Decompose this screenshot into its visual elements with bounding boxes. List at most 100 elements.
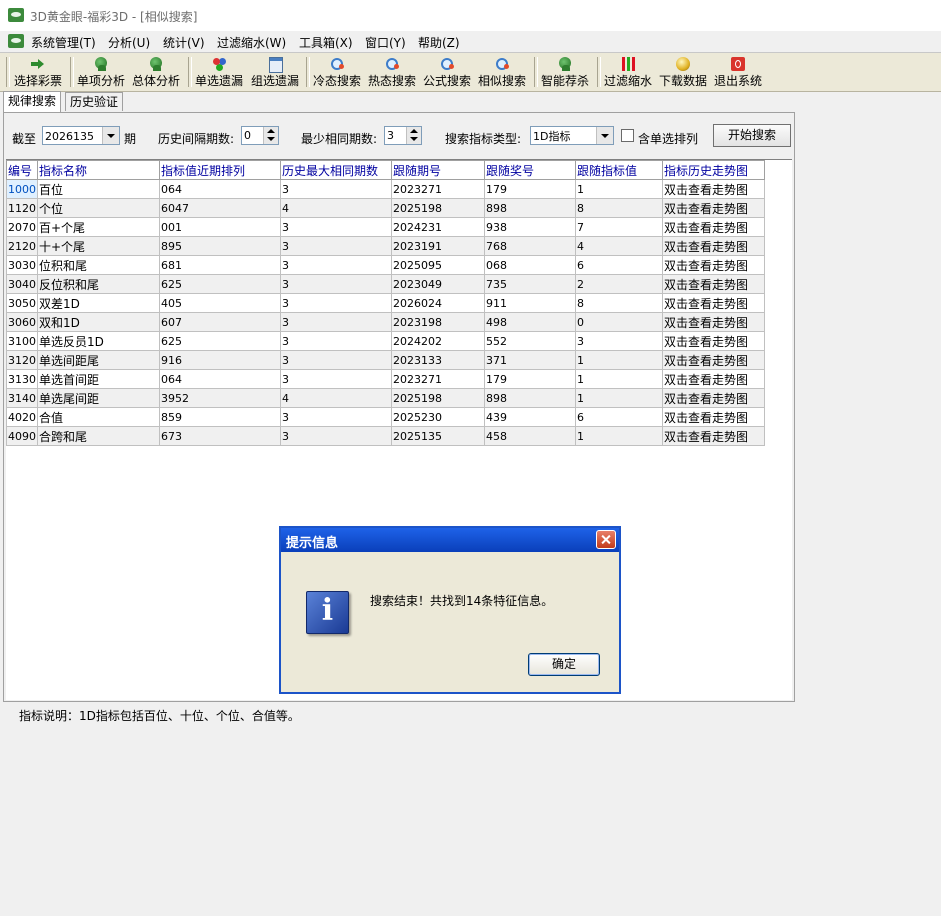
cell-follow-number: 735 — [484, 274, 576, 294]
ok-button[interactable]: 确定 — [528, 653, 600, 676]
cell-id: 3040 — [6, 274, 38, 294]
cell-trend-chart[interactable]: 双击查看走势图 — [662, 236, 765, 256]
single-missing-button[interactable]: 单选遗漏 — [195, 55, 243, 89]
menu-system[interactable]: 系统管理(T) — [31, 34, 96, 51]
cell-recent-values: 3952 — [159, 388, 281, 408]
cell-trend-chart[interactable]: 双击查看走势图 — [662, 274, 765, 294]
toolbar-separator — [70, 57, 74, 87]
cell-trend-chart[interactable]: 双击查看走势图 — [662, 426, 765, 446]
cell-follow-period: 2023198 — [391, 312, 485, 332]
table-row[interactable]: 3130 单选首间距 064 3 2023271 179 1 双击查看走势图 — [6, 369, 765, 389]
cell-trend-chart[interactable]: 双击查看走势图 — [662, 293, 765, 313]
tab-history-verify[interactable]: 历史验证 — [65, 92, 124, 111]
cell-trend-chart[interactable]: 双击查看走势图 — [662, 179, 765, 199]
close-icon[interactable] — [596, 530, 616, 549]
cell-name: 十+个尾 — [37, 236, 160, 256]
cell-name: 百+个尾 — [37, 217, 160, 237]
table-row[interactable]: 3140 单选尾间距 3952 4 2025198 898 1 双击查看走势图 — [6, 388, 765, 408]
cell-follow-number: 898 — [484, 388, 576, 408]
download-data-button[interactable]: 下载数据 — [659, 55, 707, 89]
cold-search-button[interactable]: 冷态搜索 — [313, 55, 361, 89]
column-header-id[interactable]: 编号 — [6, 160, 38, 180]
interval-stepper[interactable]: 0 — [241, 126, 279, 145]
stepper-arrows-icon[interactable] — [263, 127, 278, 144]
tab-pattern-search[interactable]: 规律搜索 — [3, 91, 62, 112]
cell-max-same: 3 — [280, 293, 392, 313]
exit-system-button[interactable]: 退出系统 — [714, 55, 762, 89]
table-row[interactable]: 3100 单选反员1D 625 3 2024202 552 3 双击查看走势图 — [6, 331, 765, 351]
table-row[interactable]: 1120 个位 6047 4 2025198 898 8 双击查看走势图 — [6, 198, 765, 218]
table-row[interactable]: 1000 百位 064 3 2023271 179 1 双击查看走势图 — [6, 179, 765, 199]
include-single-label: 含单选排列 — [638, 132, 699, 146]
table-row[interactable]: 2070 百+个尾 001 3 2024231 938 7 双击查看走势图 — [6, 217, 765, 237]
power-icon — [730, 56, 746, 71]
cell-trend-chart[interactable]: 双击查看走势图 — [662, 255, 765, 275]
indicator-type-select[interactable]: 1D指标 — [530, 126, 614, 145]
cell-name: 单选反员1D — [37, 331, 160, 351]
cell-follow-period: 2023049 — [391, 274, 485, 294]
table-row[interactable]: 3120 单选间距尾 916 3 2023133 371 1 双击查看走势图 — [6, 350, 765, 370]
menu-analysis[interactable]: 分析(U) — [108, 34, 150, 51]
cell-follow-value: 2 — [575, 274, 663, 294]
menu-statistics[interactable]: 统计(V) — [163, 34, 205, 51]
formula-search-button[interactable]: 公式搜索 — [423, 55, 471, 89]
cell-trend-chart[interactable]: 双击查看走势图 — [662, 388, 765, 408]
filter-shrink-button[interactable]: 过滤缩水 — [604, 55, 652, 89]
single-missing-label: 单选遗漏 — [195, 74, 244, 88]
menu-tools[interactable]: 工具箱(X) — [299, 34, 353, 51]
column-header-follow-period[interactable]: 跟随期号 — [391, 160, 485, 180]
table-row[interactable]: 3050 双差1D 405 3 2026024 911 8 双击查看走势图 — [6, 293, 765, 313]
similar-search-button[interactable]: 相似搜索 — [478, 55, 526, 89]
select-lottery-button[interactable]: 选择彩票 — [14, 55, 62, 89]
cell-trend-chart[interactable]: 双击查看走势图 — [662, 369, 765, 389]
column-header-trend-chart[interactable]: 指标历史走势图 — [662, 160, 765, 180]
single-analysis-button[interactable]: 单项分析 — [77, 55, 125, 89]
column-header-name[interactable]: 指标名称 — [37, 160, 160, 180]
toolbar-separator — [597, 57, 601, 87]
cell-trend-chart[interactable]: 双击查看走势图 — [662, 350, 765, 370]
smart-recommend-button[interactable]: 智能荐杀 — [541, 55, 589, 89]
table-row[interactable]: 2120 十+个尾 895 3 2023191 768 4 双击查看走势图 — [6, 236, 765, 256]
cell-follow-value: 1 — [575, 388, 663, 408]
hot-search-button[interactable]: 热态搜索 — [368, 55, 416, 89]
cell-max-same: 4 — [280, 198, 392, 218]
group-missing-button[interactable]: 组选遗漏 — [251, 55, 299, 89]
cell-follow-period: 2025230 — [391, 407, 485, 427]
single-analysis-label: 单项分析 — [77, 74, 126, 88]
search-icon — [494, 56, 510, 71]
menu-filter[interactable]: 过滤缩水(W) — [217, 34, 286, 51]
table-row[interactable]: 3060 双和1D 607 3 2023198 498 0 双击查看走势图 — [6, 312, 765, 332]
column-header-max-same[interactable]: 历史最大相同期数 — [280, 160, 392, 180]
menu-help[interactable]: 帮助(Z) — [418, 34, 460, 51]
cell-trend-chart[interactable]: 双击查看走势图 — [662, 198, 765, 218]
download-data-label: 下载数据 — [659, 74, 708, 88]
chevron-down-icon[interactable] — [596, 127, 613, 144]
cell-max-same: 3 — [280, 236, 392, 256]
cutoff-period-select[interactable]: 2026135 — [42, 126, 120, 145]
table-body: 1000 百位 064 3 2023271 179 1 双击查看走势图 1120 个位 6047 4… — [6, 179, 765, 446]
stepper-arrows-icon[interactable] — [406, 127, 421, 144]
column-header-recent-values[interactable]: 指标值近期排列 — [159, 160, 281, 180]
cutoff-period-value: 2026135 — [45, 130, 94, 143]
filter-shrink-label: 过滤缩水 — [604, 74, 653, 88]
cell-recent-values: 001 — [159, 217, 281, 237]
include-single-checkbox[interactable] — [621, 129, 634, 142]
table-header-row: 编号 指标名称 指标值近期排列 历史最大相同期数 跟随期号 跟随奖号 跟随指标值… — [6, 160, 765, 180]
start-search-button[interactable]: 开始搜索 — [713, 124, 791, 147]
table-row[interactable]: 4090 合跨和尾 673 3 2025135 458 1 双击查看走势图 — [6, 426, 765, 446]
dialog-title-bar[interactable]: 提示信息 — [281, 528, 619, 552]
table-row[interactable]: 3040 反位积和尾 625 3 2023049 735 2 双击查看走势图 — [6, 274, 765, 294]
overall-analysis-button[interactable]: 总体分析 — [132, 55, 180, 89]
table-row[interactable]: 3030 位积和尾 681 3 2025095 068 6 双击查看走势图 — [6, 255, 765, 275]
cell-trend-chart[interactable]: 双击查看走势图 — [662, 407, 765, 427]
min-same-stepper[interactable]: 3 — [384, 126, 422, 145]
app-menu-icon[interactable] — [8, 34, 24, 48]
cell-trend-chart[interactable]: 双击查看走势图 — [662, 217, 765, 237]
menu-window[interactable]: 窗口(Y) — [365, 34, 406, 51]
cell-trend-chart[interactable]: 双击查看走势图 — [662, 312, 765, 332]
column-header-follow-value[interactable]: 跟随指标值 — [575, 160, 663, 180]
cell-trend-chart[interactable]: 双击查看走势图 — [662, 331, 765, 351]
column-header-follow-number[interactable]: 跟随奖号 — [484, 160, 576, 180]
chevron-down-icon[interactable] — [102, 127, 119, 144]
table-row[interactable]: 4020 合值 859 3 2025230 439 6 双击查看走势图 — [6, 407, 765, 427]
